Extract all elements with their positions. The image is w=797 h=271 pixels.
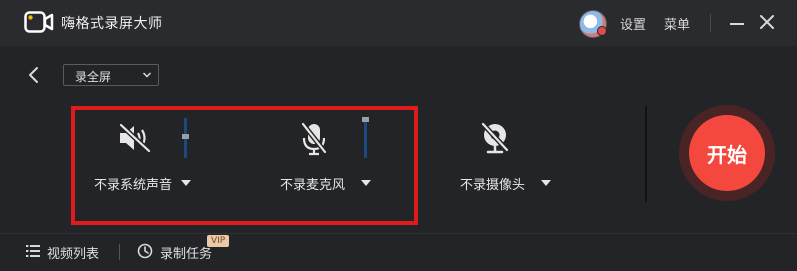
video-list-button[interactable]: 视频列表 [47, 243, 99, 262]
settings-button[interactable]: 设置 [620, 14, 646, 33]
record-task-button[interactable]: 录制任务 [160, 243, 212, 262]
system-audio-label[interactable]: 不录系统声音 [94, 174, 172, 193]
mic-volume-thumb[interactable] [362, 117, 369, 122]
mic-volume-slider[interactable] [364, 117, 367, 158]
back-arrow-icon[interactable] [26, 66, 42, 84]
record-mode-value: 录全屏 [75, 70, 112, 84]
mic-label[interactable]: 不录麦克风 [280, 174, 345, 193]
menu-button[interactable]: 菜单 [664, 14, 690, 33]
minimize-button[interactable] [728, 12, 746, 32]
close-icon[interactable] [757, 12, 777, 32]
mic-muted-icon[interactable] [300, 121, 328, 157]
controls-divider [645, 106, 647, 202]
titlebar-divider [710, 14, 711, 32]
app-title: 嗨格式录屏大师 [61, 16, 163, 32]
mic-dropdown-icon[interactable] [361, 180, 371, 186]
bottombar-divider [119, 244, 120, 260]
notification-dot [597, 26, 607, 36]
list-icon[interactable] [26, 244, 40, 258]
speaker-muted-icon[interactable] [117, 123, 153, 153]
app-logo-icon [24, 11, 54, 33]
record-mode-select[interactable]: 录全屏 [63, 64, 159, 86]
camera-label[interactable]: 不录摄像头 [460, 174, 525, 193]
camera-dropdown-icon[interactable] [541, 180, 551, 186]
system-audio-dropdown-icon[interactable] [181, 180, 191, 186]
clock-icon[interactable] [137, 243, 153, 259]
system-volume-thumb[interactable] [182, 134, 189, 139]
chevron-down-icon [142, 72, 152, 78]
camera-off-icon[interactable] [479, 122, 511, 156]
start-record-button[interactable]: 开始 [689, 115, 765, 191]
vip-badge: VIP [207, 235, 230, 247]
